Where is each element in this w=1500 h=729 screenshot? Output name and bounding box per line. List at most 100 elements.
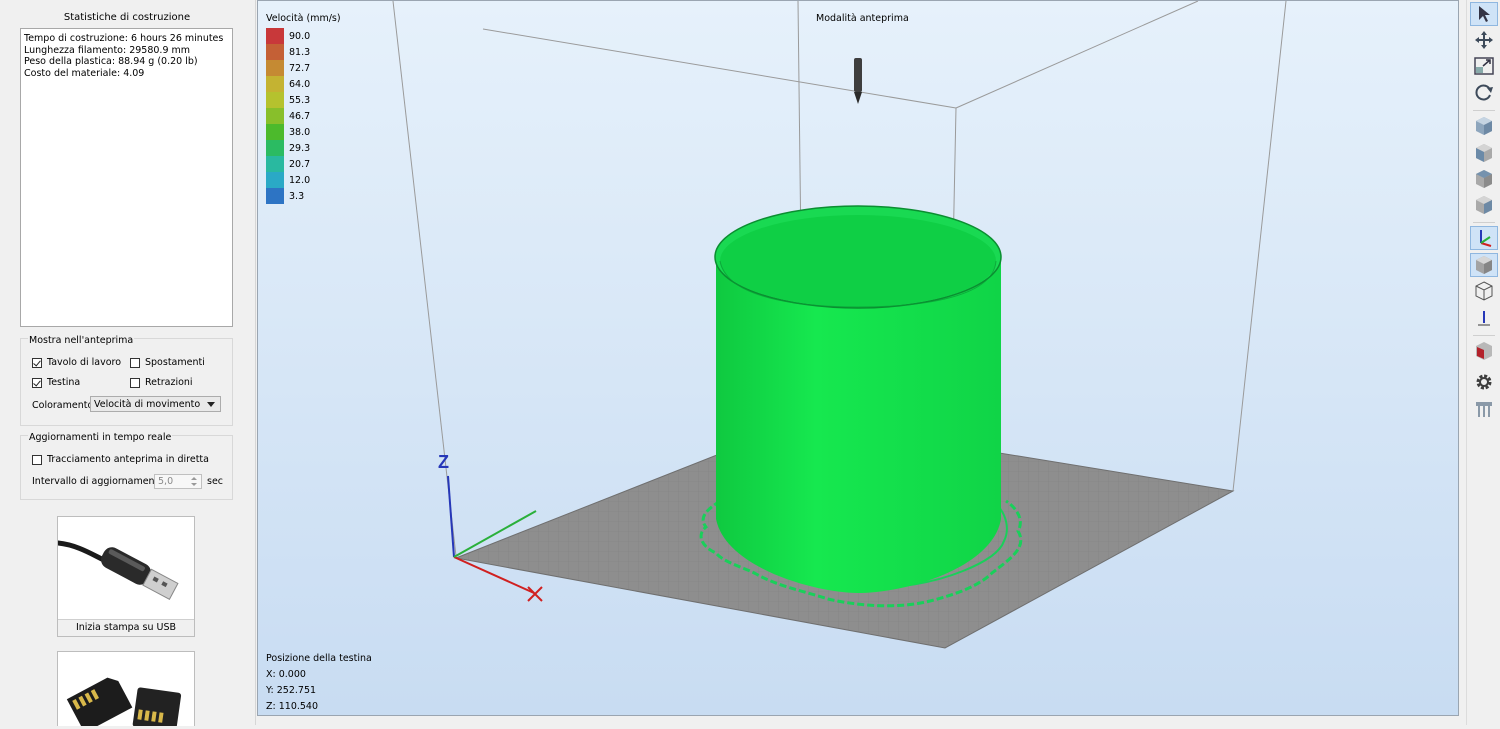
legend-value: 46.7 <box>289 110 311 122</box>
live-trace-label: Tracciamento anteprima in diretta <box>47 454 209 465</box>
legend-row: 38.0 <box>266 124 310 140</box>
supports-icon[interactable] <box>1470 397 1498 421</box>
checkbox-travel-moves[interactable]: Spostamenti <box>130 357 205 368</box>
legend-swatch <box>266 172 284 188</box>
legend-row: 64.0 <box>266 76 310 92</box>
interval-value: 5,0 <box>158 476 174 487</box>
preview-options-title: Mostra nell'anteprima <box>28 335 135 346</box>
head-position-y: Y: 252.751 <box>266 685 317 696</box>
toolbar-separator <box>1473 110 1495 111</box>
legend-row: 29.3 <box>266 140 310 156</box>
view-cube-3-icon[interactable] <box>1470 167 1498 191</box>
legend-row: 3.3 <box>266 188 310 204</box>
legend-row: 55.3 <box>266 92 310 108</box>
scale-icon[interactable] <box>1470 54 1498 78</box>
print-bed-label: Tavolo di lavoro <box>47 357 122 368</box>
stats-box[interactable]: Tempo di costruzione: 6 hours 26 minutes… <box>20 28 233 327</box>
stats-filament-length: Lunghezza filamento: 29580.9 mm <box>24 44 191 56</box>
realtime-updates-title: Aggiornamenti in tempo reale <box>28 432 173 443</box>
left-panel: Statistiche di costruzione Tempo di cost… <box>0 0 256 729</box>
stats-material-cost: Costo del materiale: 4.09 <box>24 67 145 79</box>
x-axis-label-icon <box>527 586 543 602</box>
legend-row: 90.0 <box>266 28 310 44</box>
legend-row: 72.7 <box>266 60 310 76</box>
preview-options-group: Mostra nell'anteprima Tavolo di lavoro S… <box>20 335 233 426</box>
interval-spinbox[interactable]: 5,0 <box>154 474 202 489</box>
usb-cable-image <box>55 517 194 619</box>
rotate-icon[interactable] <box>1470 80 1498 104</box>
legend-row: 46.7 <box>266 108 310 124</box>
legend-swatch <box>266 44 284 60</box>
legend-value: 81.3 <box>289 46 311 58</box>
legend-swatch <box>266 76 284 92</box>
volume-edge-top-right <box>955 1 1199 109</box>
volume-edge-top-left <box>482 28 957 109</box>
stats-build-time: Tempo di costruzione: 6 hours 26 minutes <box>24 33 224 44</box>
legend-value: 64.0 <box>289 78 311 90</box>
legend-title: Velocità (mm/s) <box>266 13 341 24</box>
nozzle-tip <box>854 92 862 104</box>
legend-swatch <box>266 108 284 124</box>
stats-plastic-weight: Peso della plastica: 88.94 g (0.20 lb) <box>24 56 198 67</box>
legend-row: 20.7 <box>266 156 310 172</box>
bed-axis-icon[interactable] <box>1470 306 1498 330</box>
extruder-head-checkbox[interactable] <box>32 377 42 388</box>
realtime-updates-group: Aggiornamenti in tempo reale Tracciament… <box>20 432 233 500</box>
spin-up-icon[interactable] <box>191 477 197 480</box>
legend-swatch <box>266 156 284 172</box>
sd-print-card[interactable] <box>57 651 195 729</box>
head-position-x: X: 0.000 <box>266 669 306 680</box>
volume-edge-right <box>1232 1 1287 492</box>
checkbox-print-bed[interactable]: Tavolo di lavoro <box>32 357 121 368</box>
checkbox-retractions[interactable]: Retrazioni <box>130 377 193 388</box>
usb-print-card[interactable]: Inizia stampa su USB <box>55 516 195 637</box>
legend-value: 12.0 <box>289 174 311 186</box>
print-bed-checkbox[interactable] <box>32 357 42 368</box>
checkbox-extruder-head[interactable]: Testina <box>32 377 80 388</box>
coloring-select-value: Velocità di movimento <box>94 398 201 410</box>
live-trace-checkbox[interactable] <box>32 454 42 465</box>
head-position-title: Posizione della testina <box>266 653 372 664</box>
volume-edge-left <box>392 1 457 557</box>
3d-scene[interactable]: Z <box>258 1 1458 715</box>
legend-swatch <box>266 188 284 204</box>
legend-value: 90.0 <box>289 30 311 42</box>
view-cube-4-icon[interactable] <box>1470 193 1498 217</box>
solid-cube-icon[interactable] <box>1470 253 1498 277</box>
preview-mode-label: Modalità anteprima <box>816 13 909 24</box>
interval-label: Intervallo di aggiornamento <box>32 476 165 487</box>
right-toolbar <box>1466 0 1500 725</box>
legend-value: 55.3 <box>289 94 311 106</box>
head-position-block: Posizione della testina X: 0.000 Y: 252.… <box>266 651 372 715</box>
legend-row: 12.0 <box>266 172 310 188</box>
coloring-select[interactable]: Velocità di movimento <box>90 396 221 412</box>
z-axis-line <box>447 475 455 558</box>
spin-down-icon[interactable] <box>191 483 197 486</box>
legend-row: 81.3 <box>266 44 310 60</box>
legend-value: 38.0 <box>289 126 311 138</box>
chevron-down-icon <box>207 402 215 407</box>
move-icon[interactable] <box>1470 28 1498 52</box>
view-cube-2-icon[interactable] <box>1470 141 1498 165</box>
settings-gear-icon[interactable] <box>1470 370 1498 394</box>
cut-cube-icon[interactable] <box>1470 339 1498 363</box>
wireframe-cube-icon[interactable] <box>1470 279 1498 303</box>
legend-value: 72.7 <box>289 62 311 74</box>
legend-swatch <box>266 140 284 156</box>
travel-moves-checkbox[interactable] <box>130 357 140 368</box>
select-arrow-icon[interactable] <box>1470 2 1498 26</box>
nozzle <box>854 58 862 92</box>
toolbar-separator <box>1473 335 1495 336</box>
coloring-label: Coloramento <box>32 400 94 411</box>
sd-card-image <box>58 652 194 729</box>
axes-icon[interactable] <box>1470 226 1498 250</box>
legend-swatch <box>266 60 284 76</box>
legend-swatch <box>266 28 284 44</box>
retractions-checkbox[interactable] <box>130 377 140 388</box>
legend-swatch <box>266 124 284 140</box>
checkbox-live-trace[interactable]: Tracciamento anteprima in diretta <box>32 454 209 465</box>
legend-value: 3.3 <box>289 190 305 202</box>
3d-preview-viewport[interactable]: Z Velocità (mm/s) 90.0 81.3 72.7 64.0 55.3 46… <box>257 0 1459 716</box>
retractions-label: Retrazioni <box>145 377 193 388</box>
view-cube-1-icon[interactable] <box>1470 114 1498 138</box>
